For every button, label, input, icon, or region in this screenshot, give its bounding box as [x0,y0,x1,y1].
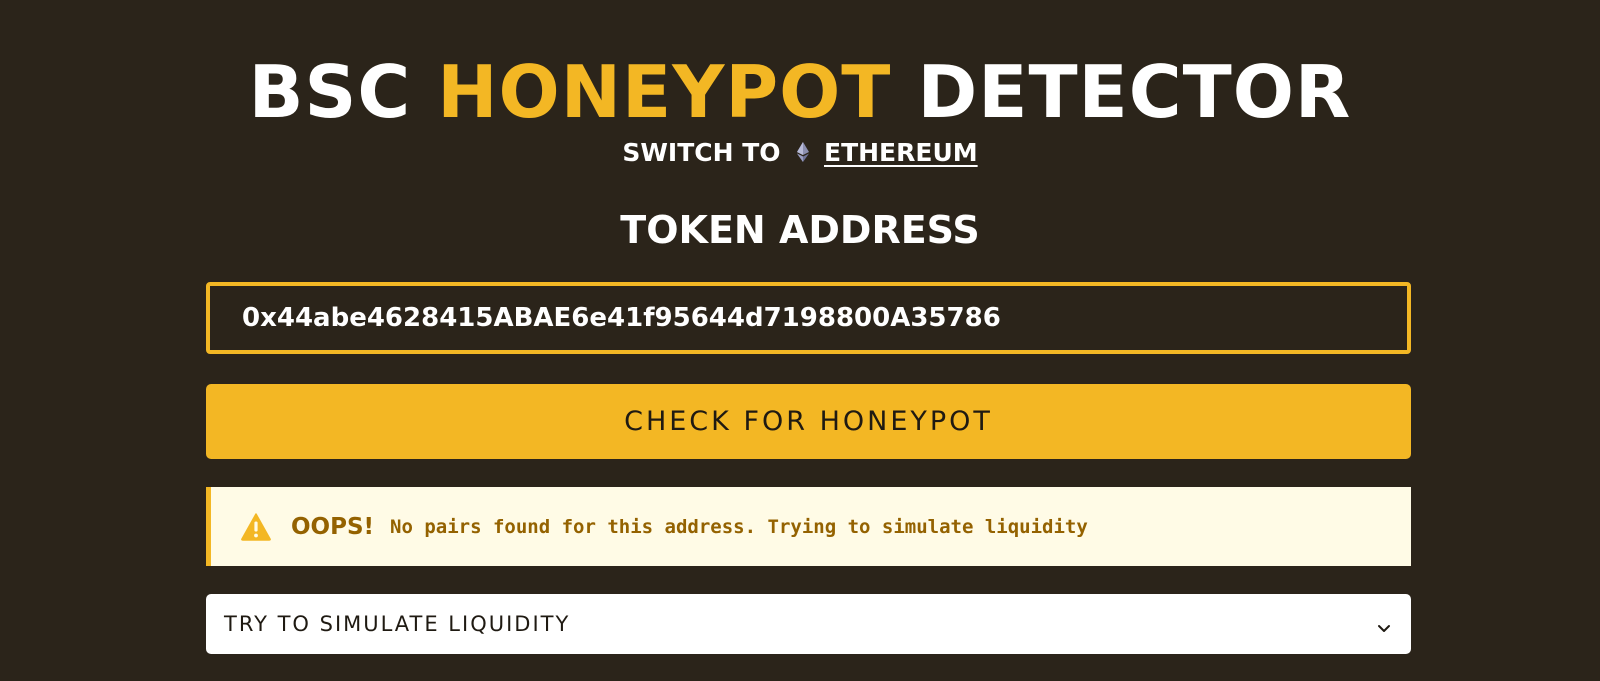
warning-alert: OOPS! No pairs found for this address. T… [206,487,1411,566]
token-address-box [206,282,1411,354]
simulate-liquidity-dropdown[interactable]: TRY TO SIMULATE LIQUIDITY [206,594,1411,654]
switch-prefix-text: SWITCH TO [622,138,781,167]
alert-title: OOPS! [291,513,375,540]
token-address-input[interactable] [210,286,1407,350]
page-title: BSC HONEYPOT DETECTOR [0,50,1600,134]
network-switch: SWITCH TO ETHEREUM [0,136,1600,171]
token-address-label: TOKEN ADDRESS [620,208,980,252]
check-for-honeypot-button[interactable]: CHECK FOR HONEYPOT [206,384,1411,459]
title-part-bsc: BSC [248,50,438,134]
ethereum-icon [797,137,810,171]
chevron-down-icon [1377,619,1391,632]
warning-icon [241,512,271,541]
simulate-liquidity-label: TRY TO SIMULATE LIQUIDITY [224,612,571,636]
alert-message: No pairs found for this address. Trying … [390,515,1088,538]
title-accent-honeypot: HONEYPOT [437,50,892,134]
switch-to-ethereum-link[interactable]: ETHEREUM [824,138,978,167]
title-part-detector: DETECTOR [891,50,1352,134]
